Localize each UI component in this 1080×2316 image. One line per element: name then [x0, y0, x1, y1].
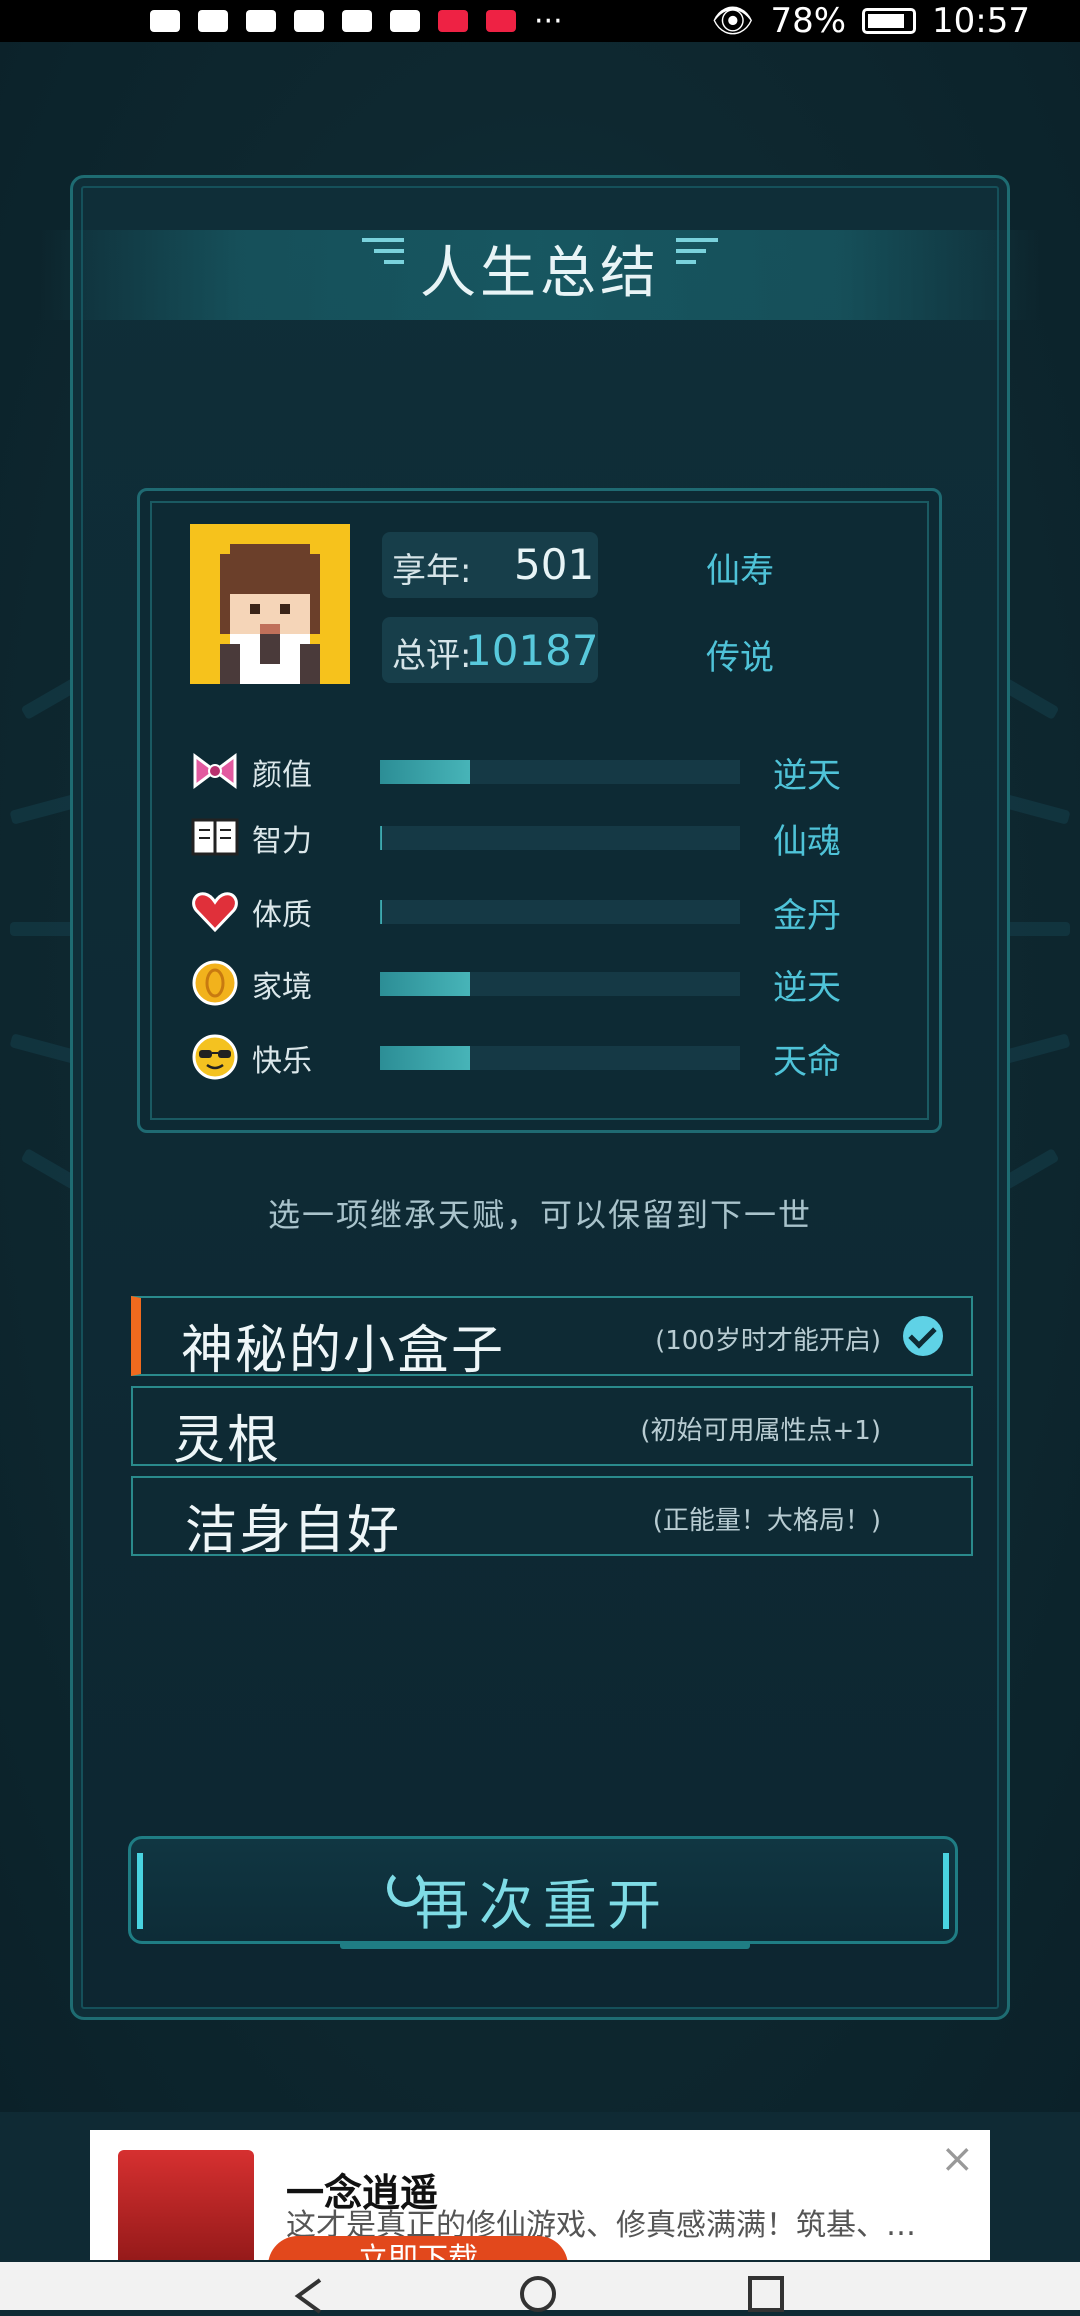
- system-nav-bar: [0, 2262, 1080, 2314]
- restart-label: 再次重开: [415, 1874, 671, 1937]
- battery-icon: [862, 8, 917, 34]
- talent-option[interactable]: 神秘的小盒子 (100岁时才能开启): [131, 1296, 973, 1381]
- attribute-row-appearance: 颜值 逆天: [190, 746, 870, 796]
- eye-icon: 👁: [711, 1, 755, 41]
- book-icon: [191, 818, 239, 856]
- attribute-grade: 仙魂: [773, 822, 841, 862]
- huawei-icon: [438, 10, 468, 32]
- alarm-icon: [294, 10, 324, 32]
- sunglasses-icon: [192, 1034, 238, 1080]
- ad-download-button[interactable]: 立即下载: [268, 2236, 568, 2260]
- wechat-icon: [390, 10, 420, 32]
- attribute-bar: [380, 972, 740, 996]
- attribute-name: 颜值: [252, 758, 312, 793]
- attribute-bar: [380, 826, 740, 850]
- attribute-grade: 天命: [773, 1042, 841, 1082]
- button-underline: [340, 1941, 750, 1949]
- ad-game-thumbnail: [118, 2150, 254, 2260]
- score-value: 10187: [465, 626, 599, 675]
- talent-description: (100岁时才能开启): [655, 1326, 881, 1356]
- talent-name: 洁身自好: [185, 1501, 402, 1561]
- talent-option[interactable]: 洁身自好 (正能量！大格局！): [131, 1476, 973, 1561]
- talent-option[interactable]: 灵根 (初始可用属性点+1): [131, 1386, 973, 1471]
- app-icon: [486, 10, 516, 32]
- signal-icon: [198, 10, 228, 32]
- talent-description: (正能量！大格局！): [652, 1506, 881, 1536]
- attribute-grade: 逆天: [773, 968, 841, 1008]
- huawei-icon: [342, 10, 372, 32]
- age-grade: 仙寿: [706, 551, 774, 591]
- status-icons: ···: [150, 0, 563, 42]
- attribute-bar: [380, 900, 740, 924]
- avatar: [190, 524, 350, 684]
- coin-icon: [192, 960, 238, 1006]
- restart-button[interactable]: 再次重开: [128, 1836, 958, 1944]
- page-title: 人生总结: [420, 241, 660, 306]
- check-icon: [903, 1316, 943, 1356]
- talent-name: 灵根: [173, 1411, 282, 1471]
- more-icon: ···: [534, 3, 563, 39]
- recents-icon[interactable]: [748, 2276, 784, 2312]
- hd-icon: [150, 10, 180, 32]
- attribute-bar: [380, 760, 740, 784]
- heart-icon: [192, 892, 238, 933]
- attribute-name: 智力: [252, 824, 312, 859]
- battery-percent: 78%: [770, 1, 847, 41]
- home-icon[interactable]: [520, 2276, 556, 2312]
- bow-icon: [193, 753, 237, 789]
- attribute-grade: 逆天: [773, 756, 841, 796]
- back-icon[interactable]: [290, 2276, 330, 2316]
- attribute-name: 家境: [252, 970, 312, 1005]
- attribute-row-constitution: 体质 金丹: [190, 886, 870, 936]
- age-label: 享年:: [392, 551, 472, 591]
- ad-banner[interactable]: 一念逍遥 这才是真正的修仙游戏、修真感满满！筑基、… 立即下载 ×: [90, 2130, 990, 2260]
- clock: 10:57: [932, 1, 1030, 41]
- close-icon[interactable]: ×: [940, 2136, 974, 2182]
- attribute-grade: 金丹: [773, 896, 841, 936]
- title-deco-right: [676, 238, 718, 271]
- attribute-bar: [380, 1046, 740, 1070]
- wifi-icon: [246, 10, 276, 32]
- talent-name: 神秘的小盒子: [181, 1321, 506, 1381]
- age-value: 501: [514, 540, 595, 589]
- talent-description: (初始可用属性点+1): [640, 1416, 881, 1446]
- status-bar: ··· 👁 78% 10:57: [0, 0, 1080, 42]
- attribute-row-intelligence: 智力 仙魂: [190, 812, 870, 862]
- attribute-row-family: 家境 逆天: [190, 958, 870, 1008]
- attribute-name: 快乐: [252, 1044, 312, 1079]
- score-grade: 传说: [706, 638, 774, 678]
- attribute-name: 体质: [252, 898, 312, 933]
- inherit-hint: 选一项继承天赋，可以保留到下一世: [267, 1196, 812, 1234]
- score-label: 总评:: [392, 636, 472, 676]
- attribute-row-happiness: 快乐 天命: [190, 1032, 870, 1082]
